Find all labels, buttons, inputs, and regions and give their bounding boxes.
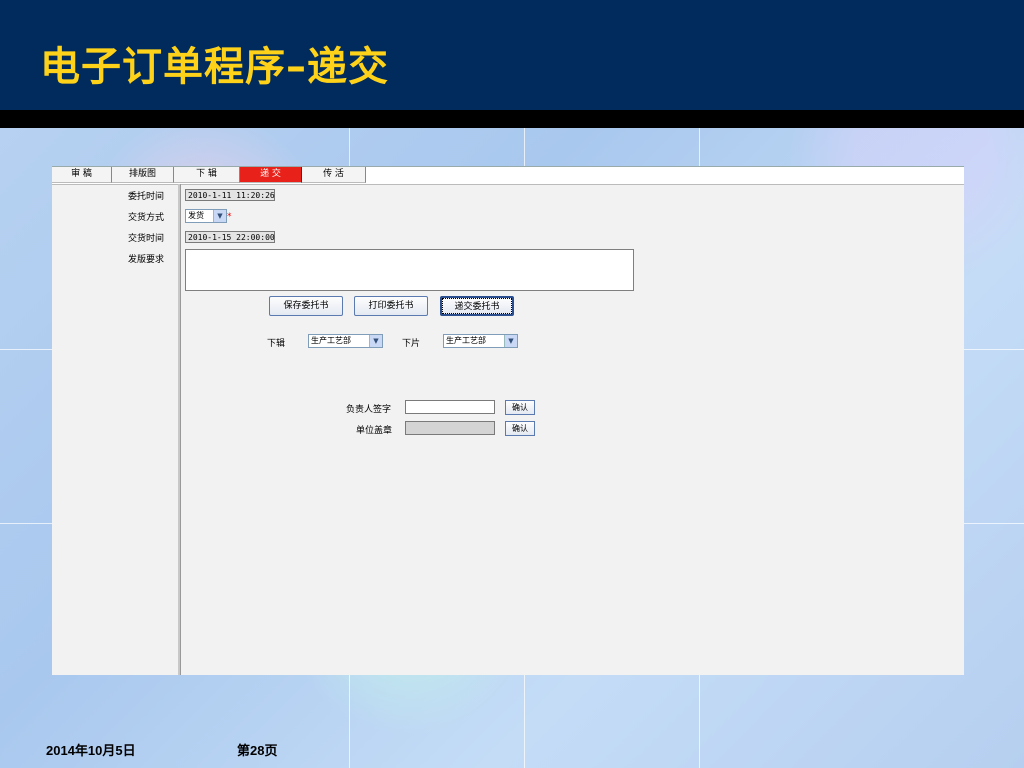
- delivery-method-value: 发货: [188, 211, 204, 220]
- delivery-method-select[interactable]: 发货 ▼: [185, 209, 227, 223]
- delivery-method-label: 交货方式: [128, 213, 165, 223]
- xiapian-label: 下片: [402, 339, 421, 349]
- requirements-textarea[interactable]: [185, 249, 634, 291]
- slide-page-number: 第28页: [237, 743, 278, 758]
- tab-review[interactable]: 审 稿: [52, 167, 112, 183]
- confirm-seal-button[interactable]: 确认: [505, 421, 535, 436]
- chevron-down-icon[interactable]: ▼: [213, 210, 226, 222]
- tab-submit[interactable]: 递 交: [240, 167, 302, 183]
- xiaji-value: 生产工艺部: [311, 336, 351, 345]
- xiaji-label: 下辑: [267, 339, 286, 349]
- tab-bar: 审 稿 排版图 下 辑 递 交 传 活: [52, 167, 964, 185]
- seal-label: 单位盖章: [356, 426, 393, 436]
- delivery-time-label: 交货时间: [128, 234, 165, 244]
- signer-label: 负责人签字: [346, 405, 392, 415]
- chevron-down-icon[interactable]: ▼: [369, 335, 382, 347]
- xiapian-value: 生产工艺部: [446, 336, 486, 345]
- signer-input[interactable]: [405, 400, 495, 414]
- required-marker: *: [227, 212, 232, 222]
- entrust-time-field[interactable]: 2010-1-11 11:20:26: [185, 189, 275, 201]
- xiapian-select[interactable]: 生产工艺部 ▼: [443, 334, 518, 348]
- entrust-time-label: 委托时间: [128, 192, 165, 202]
- seal-input[interactable]: [405, 421, 495, 435]
- xiaji-select[interactable]: 生产工艺部 ▼: [308, 334, 383, 348]
- slide-date: 2014年10月5日: [46, 743, 136, 758]
- sidebar-divider: [178, 184, 181, 675]
- tab-layout[interactable]: 排版图: [112, 167, 174, 183]
- tab-xiaji[interactable]: 下 辑: [174, 167, 240, 183]
- confirm-signer-button[interactable]: 确认: [505, 400, 535, 415]
- save-order-button[interactable]: 保存委托书: [269, 296, 343, 316]
- slide-title-bar: 电子订单程序–递交: [0, 0, 1024, 110]
- chevron-down-icon[interactable]: ▼: [504, 335, 517, 347]
- delivery-time-field[interactable]: 2010-1-15 22:00:00: [185, 231, 275, 243]
- submit-order-button[interactable]: 递交委托书: [440, 296, 514, 316]
- requirements-label: 发版要求: [128, 255, 165, 265]
- print-order-button[interactable]: 打印委托书: [354, 296, 428, 316]
- title-divider: [0, 110, 1024, 128]
- slide-title: 电子订单程序–递交: [40, 44, 389, 90]
- tab-transfer[interactable]: 传 活: [302, 167, 366, 183]
- order-app-window: 审 稿 排版图 下 辑 递 交 传 活 委托时间 2010-1-11 11:20…: [52, 166, 964, 675]
